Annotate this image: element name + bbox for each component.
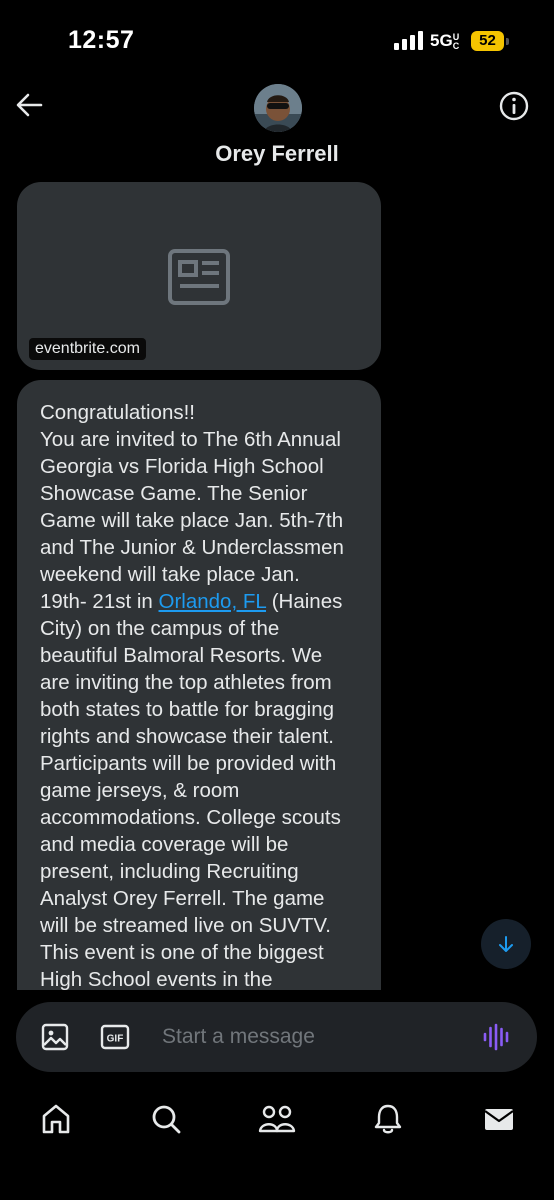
battery-indicator: 52 xyxy=(471,31,511,51)
search-icon xyxy=(152,1105,181,1134)
message-line: beautiful Balmoral Resorts. We xyxy=(40,644,323,667)
tab-home[interactable] xyxy=(34,1097,78,1141)
status-time: 12:57 xyxy=(68,26,135,54)
message-line: Georgia vs Florida High School xyxy=(40,455,324,478)
message-line: and The Junior & Underclassmen xyxy=(40,536,344,559)
gif-icon[interactable]: GIF xyxy=(100,1022,130,1052)
composer-area: GIF xyxy=(0,990,554,1080)
tab-communities[interactable] xyxy=(255,1097,299,1141)
link-preview-card[interactable]: eventbrite.com xyxy=(17,182,381,370)
message-line: present, including Recruiting xyxy=(40,860,299,883)
message-line: You are invited to The 6th Annual xyxy=(40,428,341,451)
message-bubble[interactable]: Congratulations!! You are invited to The… xyxy=(17,380,381,990)
avatar-image xyxy=(254,84,302,132)
message-line: both states to battle for bragging xyxy=(40,698,335,721)
home-icon xyxy=(42,1104,70,1134)
avatar[interactable] xyxy=(254,84,302,132)
message-composer: GIF xyxy=(16,1002,537,1072)
message-line: Game will take place Jan. 5th-7th xyxy=(40,509,344,532)
message-line: City) on the campus of the xyxy=(40,617,280,640)
conversation-header: Orey Ferrell xyxy=(0,80,554,178)
communities-icon xyxy=(258,1105,296,1133)
message-line: accommodations. College scouts xyxy=(40,806,341,829)
message-line: Congratulations!! xyxy=(40,401,195,424)
contact-name[interactable]: Orey Ferrell xyxy=(0,141,554,167)
article-icon xyxy=(168,249,230,305)
message-line: Participants will be provided with xyxy=(40,752,337,775)
message-thread[interactable]: eventbrite.com Congratulations!! You are… xyxy=(0,178,554,990)
message-line: game jerseys, & room xyxy=(40,779,240,802)
message-line: Analyst Orey Ferrell. The game xyxy=(40,887,325,910)
message-line: rights and showcase their talent. xyxy=(40,725,334,748)
battery-level: 52 xyxy=(471,31,504,51)
message-line: High School events in the xyxy=(40,968,273,990)
bottom-tab-bar xyxy=(0,1080,554,1200)
cellular-signal-icon xyxy=(394,31,423,50)
network-type: 5GUC xyxy=(430,31,461,51)
message-line-suffix: (Haines xyxy=(266,590,343,613)
message-line: and media coverage will be xyxy=(40,833,289,856)
location-link[interactable]: Orlando, FL xyxy=(159,590,267,613)
message-line: This event is one of the biggest xyxy=(40,941,324,964)
voice-waveform-icon[interactable] xyxy=(482,1022,512,1052)
tab-messages[interactable] xyxy=(477,1097,521,1141)
arrow-left-icon[interactable] xyxy=(12,88,46,122)
message-input[interactable] xyxy=(162,1017,462,1057)
gif-label: GIF xyxy=(107,1034,124,1045)
network-suffix: UC xyxy=(452,31,460,51)
message-line-prefix: 19th- 21st in xyxy=(40,590,159,613)
status-bar: 12:57 5GUC 52 xyxy=(0,0,554,80)
message-line-with-link: 19th- 21st in Orlando, FL (Haines xyxy=(40,588,370,615)
info-icon[interactable] xyxy=(497,89,531,123)
image-icon[interactable] xyxy=(40,1022,70,1052)
notifications-icon xyxy=(374,1104,402,1134)
tab-search[interactable] xyxy=(144,1097,188,1141)
link-domain[interactable]: eventbrite.com xyxy=(29,338,146,360)
network-label: 5G xyxy=(430,31,453,50)
scroll-to-bottom-button[interactable] xyxy=(481,919,531,969)
message-line: will be streamed live on SUVTV. xyxy=(40,914,331,937)
message-line: Showcase Game. The Senior xyxy=(40,482,308,505)
battery-tip xyxy=(506,38,509,45)
message-text: Congratulations!! You are invited to The… xyxy=(40,399,370,990)
arrow-down-icon xyxy=(499,936,513,952)
messages-icon xyxy=(484,1109,514,1130)
message-line: are inviting the top athletes from xyxy=(40,671,332,694)
tab-notifications[interactable] xyxy=(366,1097,410,1141)
message-line: weekend will take place Jan. xyxy=(40,563,300,586)
